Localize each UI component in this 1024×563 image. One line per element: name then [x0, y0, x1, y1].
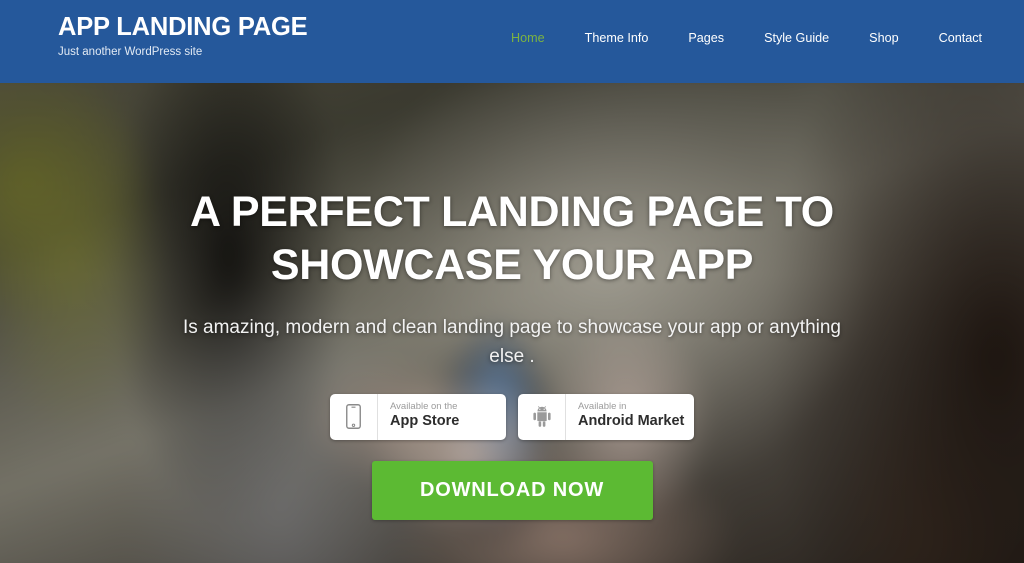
nav-item-shop[interactable]: Shop	[849, 31, 918, 45]
download-now-button[interactable]: DOWNLOAD NOW	[371, 460, 653, 520]
hero-subheading: Is amazing, modern and clean landing pag…	[182, 316, 842, 368]
site-header: APP LANDING PAGE Just another WordPress …	[0, 0, 1024, 83]
hero-heading: A PERFECT LANDING PAGE TO SHOWCASE YOUR …	[190, 188, 834, 290]
nav-item-home[interactable]: Home	[491, 31, 565, 45]
site-tagline: Just another WordPress site	[58, 45, 203, 58]
android-robot-icon	[518, 393, 566, 440]
android-market-badge[interactable]: Available in Android Market	[518, 393, 694, 440]
nav-item-style-guide[interactable]: Style Guide	[744, 31, 849, 45]
iphone-icon	[330, 393, 378, 440]
main-navigation: Home Theme Info Pages Style Guide Shop C…	[491, 31, 1002, 45]
app-store-badge[interactable]: Available on the App Store	[330, 393, 506, 440]
android-market-badge-main: Android Market	[578, 413, 685, 430]
app-store-badge-main: App Store	[390, 413, 460, 430]
hero-content: A PERFECT LANDING PAGE TO SHOWCASE YOUR …	[0, 83, 1024, 563]
android-market-badge-text: Available in Android Market	[566, 401, 685, 430]
nav-item-theme-info[interactable]: Theme Info	[565, 31, 669, 45]
store-badges: Available on the App Store Available in …	[330, 393, 694, 440]
nav-item-pages[interactable]: Pages	[668, 31, 744, 45]
nav-item-contact[interactable]: Contact	[919, 31, 1002, 45]
app-store-badge-text: Available on the App Store	[378, 401, 460, 430]
android-market-badge-sup: Available in	[578, 401, 627, 413]
hero-section: A PERFECT LANDING PAGE TO SHOWCASE YOUR …	[0, 83, 1024, 563]
site-title: APP LANDING PAGE	[58, 13, 308, 41]
app-store-badge-sup: Available on the	[390, 401, 458, 413]
site-branding[interactable]: APP LANDING PAGE Just another WordPress …	[58, 13, 308, 58]
